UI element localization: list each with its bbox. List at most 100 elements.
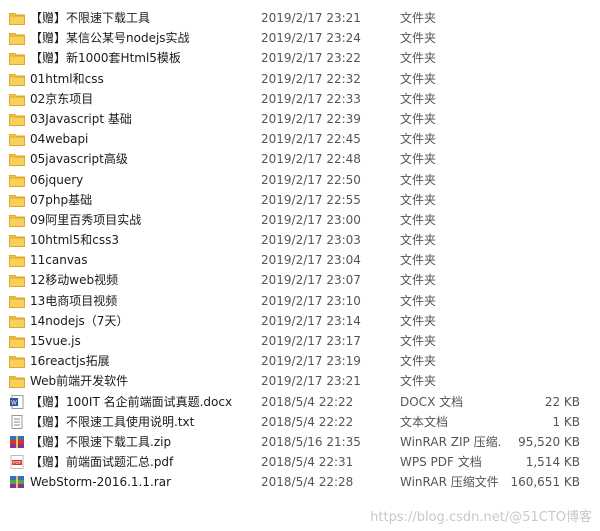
file-date: 2018/5/4 22:31 — [261, 455, 354, 470]
file-date: 2019/2/17 22:48 — [261, 152, 361, 167]
file-type: 文件夹 — [400, 51, 437, 66]
file-type: 文件夹 — [400, 192, 437, 207]
list-item[interactable]: W 【赠】100IT 名企前端面试真题.docx 2018/5/4 22:22 DOC… — [0, 392, 600, 412]
list-item[interactable]: 【赠】某信公某号nodejs实战 2019/2/17 23:24 文件夹 — [0, 28, 600, 48]
folder-icon — [9, 213, 25, 227]
file-type: 文件夹 — [400, 313, 437, 328]
file-date: 2018/5/4 22:28 — [261, 475, 354, 490]
file-name: 16reactjs拓展 — [30, 354, 110, 369]
folder-icon — [9, 112, 25, 126]
folder-icon — [9, 132, 25, 147]
file-name: 03Javascript 基础 — [30, 111, 132, 126]
list-item[interactable]: 15vue.js 2019/2/17 23:17 文件夹 — [0, 331, 600, 351]
file-date: 2019/2/17 23:21 — [261, 11, 361, 25]
file-type: WPS PDF 文档 — [400, 455, 482, 470]
file-size: 1,514 KB — [525, 455, 580, 470]
list-item[interactable]: 03Javascript 基础 2019/2/17 22:39 文件夹 — [0, 109, 600, 129]
file-list: 【赠】不限速下载工具 2019/2/17 23:21 文件夹 【赠】某信公某号node… — [0, 8, 600, 493]
file-name: 12移动web视频 — [30, 273, 119, 288]
file-name: 07php基础 — [30, 192, 93, 207]
file-type: 文件夹 — [400, 293, 437, 308]
list-item[interactable]: 【赠】不限速下载工具.zip 2018/5/16 21:35 WinRAR ZIP … — [0, 432, 600, 452]
file-name: 13电商项目视频 — [30, 293, 118, 308]
file-name: 09阿里百秀项目实战 — [30, 212, 142, 227]
file-date: 2019/2/17 23:17 — [261, 334, 361, 348]
list-item[interactable]: Web前端开发软件 2019/2/17 23:21 文件夹 — [0, 371, 600, 391]
file-name: WebStorm-2016.1.1.rar — [30, 475, 172, 490]
file-size: 160,651 KB — [510, 475, 580, 490]
folder-icon — [9, 11, 25, 25]
folder-icon — [9, 294, 25, 308]
svg-text:PDF: PDF — [13, 460, 22, 465]
file-name: 【赠】不限速下载工具.zip — [30, 434, 172, 449]
file-type: 文件夹 — [400, 132, 437, 147]
file-date: 2019/2/17 23:21 — [261, 374, 361, 389]
list-item[interactable]: 【赠】不限速下载工具 2019/2/17 23:21 文件夹 — [0, 8, 600, 28]
file-date: 2019/2/17 23:10 — [261, 293, 361, 308]
folder-icon — [9, 273, 25, 288]
file-date: 2019/2/17 23:19 — [261, 354, 361, 369]
file-name: 01html和css — [30, 71, 104, 86]
list-item[interactable]: 11canvas 2019/2/17 23:04 文件夹 — [0, 250, 600, 270]
file-type: 文件夹 — [400, 111, 437, 126]
list-item[interactable]: WebStorm-2016.1.1.rar 2018/5/4 22:28 WinRA… — [0, 472, 600, 492]
file-date: 2019/2/17 23:22 — [261, 51, 361, 66]
file-name: 【赠】某信公某号nodejs实战 — [30, 31, 190, 46]
file-name: 04webapi — [30, 132, 89, 147]
file-type: WinRAR ZIP 压缩... — [400, 434, 500, 449]
list-item[interactable]: 【赠】新1000套Html5模板 2019/2/17 23:22 文件夹 — [0, 48, 600, 68]
svg-text:W: W — [11, 400, 17, 406]
file-date: 2018/5/4 22:22 — [261, 414, 354, 429]
file-type: 文件夹 — [400, 374, 437, 389]
list-item[interactable]: 14nodejs（7天） 2019/2/17 23:14 文件夹 — [0, 311, 600, 331]
list-item[interactable]: 04webapi 2019/2/17 22:45 文件夹 — [0, 129, 600, 149]
folder-icon — [9, 334, 25, 348]
file-type: 文件夹 — [400, 11, 437, 25]
folder-icon — [9, 354, 25, 369]
file-type: 文件夹 — [400, 152, 437, 167]
file-type: 文件夹 — [400, 354, 437, 369]
file-date: 2018/5/4 22:22 — [261, 394, 354, 409]
file-date: 2019/2/17 23:24 — [261, 31, 361, 46]
file-date: 2019/2/17 23:04 — [261, 253, 361, 268]
file-name: 【赠】新1000套Html5模板 — [30, 51, 181, 66]
folder-icon — [9, 92, 25, 106]
file-date: 2019/2/17 23:14 — [261, 313, 361, 328]
file-date: 2019/2/17 22:32 — [261, 71, 361, 86]
folder-icon — [9, 314, 25, 328]
folder-icon — [9, 31, 25, 46]
folder-icon — [9, 173, 25, 187]
file-type: 文件夹 — [400, 212, 437, 227]
file-date: 2019/2/17 22:33 — [261, 91, 361, 106]
folder-icon — [9, 51, 25, 66]
rar-icon — [9, 475, 25, 489]
list-item[interactable]: 【赠】不限速工具使用说明.txt 2018/5/4 22:22 文本文档 1 KB — [0, 412, 600, 432]
list-item[interactable]: PDF 【赠】前端面试题汇总.pdf 2018/5/4 22:31 WPS PDF 文… — [0, 452, 600, 472]
list-item[interactable]: 05javascript高级 2019/2/17 22:48 文件夹 — [0, 149, 600, 169]
file-name: 10html5和css3 — [30, 233, 119, 248]
watermark: https://blog.csdn.net/@51CTO博客 — [370, 510, 592, 525]
list-item[interactable]: 09阿里百秀项目实战 2019/2/17 23:00 文件夹 — [0, 210, 600, 230]
list-item[interactable]: 02京东项目 2019/2/17 22:33 文件夹 — [0, 89, 600, 109]
list-item[interactable]: 06jquery 2019/2/17 22:50 文件夹 — [0, 170, 600, 190]
file-name: 【赠】不限速工具使用说明.txt — [30, 414, 195, 429]
list-item[interactable]: 07php基础 2019/2/17 22:55 文件夹 — [0, 190, 600, 210]
list-item[interactable]: 13电商项目视频 2019/2/17 23:10 文件夹 — [0, 291, 600, 311]
list-item[interactable]: 10html5和css3 2019/2/17 23:03 文件夹 — [0, 230, 600, 250]
file-date: 2019/2/17 23:07 — [261, 273, 361, 288]
file-type: 文件夹 — [400, 233, 437, 248]
file-size: 1 KB — [552, 414, 580, 429]
list-item[interactable]: 12移动web视频 2019/2/17 23:07 文件夹 — [0, 270, 600, 290]
list-item[interactable]: 01html和css 2019/2/17 22:32 文件夹 — [0, 69, 600, 89]
file-date: 2019/2/17 23:00 — [261, 212, 361, 227]
file-type: 文本文档 — [400, 414, 449, 429]
file-date: 2019/2/17 22:50 — [261, 172, 361, 187]
docx-icon: W — [9, 394, 25, 409]
txt-icon — [9, 414, 25, 429]
file-size: 22 KB — [544, 394, 580, 409]
folder-icon — [9, 233, 25, 248]
list-item[interactable]: 16reactjs拓展 2019/2/17 23:19 文件夹 — [0, 351, 600, 371]
file-date: 2019/2/17 22:39 — [261, 111, 361, 126]
folder-icon — [9, 253, 25, 268]
file-name: 14nodejs（7天） — [30, 313, 129, 328]
